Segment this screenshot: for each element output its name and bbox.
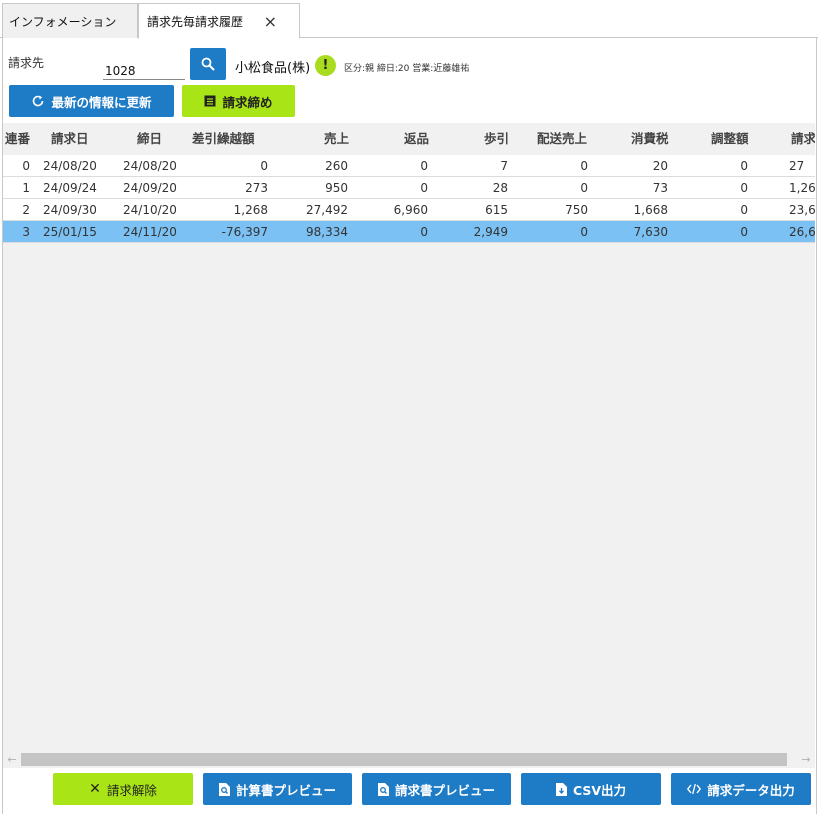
tab-information-label: インフォメーション (9, 14, 117, 29)
cell-serial: 2 (22, 203, 30, 217)
csv-export-label: CSV出力 (572, 782, 627, 798)
search-button[interactable] (190, 48, 226, 80)
col-header-returns[interactable]: 返品 (404, 123, 429, 155)
cancel-billing-button[interactable]: ✕ 請求解除 (53, 773, 193, 805)
table-row[interactable]: 1 24/09/24 24/09/20 273 950 0 28 0 73 0 … (3, 177, 815, 199)
code-icon (687, 783, 702, 795)
cell-adjust: 0 (740, 225, 748, 239)
cell-delivery-sales: 0 (580, 181, 588, 195)
preview-icon (377, 782, 389, 796)
table-row-selected[interactable]: 3 25/01/15 24/11/20 -76,397 98,334 0 2,9… (3, 221, 815, 243)
calc-preview-label: 計算書プレビュー (235, 782, 336, 798)
close-billing-label: 請求締め (222, 94, 273, 110)
tab-billing-history[interactable]: 請求先毎請求履歴 × (138, 3, 300, 39)
col-header-adjust[interactable]: 調整額 (711, 123, 749, 155)
company-name: 小松食品(株) (235, 61, 311, 76)
col-header-tax[interactable]: 消費税 (631, 123, 669, 155)
cell-discount: 7 (500, 159, 508, 173)
cell-sales: 260 (325, 159, 348, 173)
cell-returns: 0 (420, 225, 428, 239)
cell-carryover: 273 (245, 181, 268, 195)
cell-delivery-sales: 0 (580, 225, 588, 239)
bill-preview-label: 請求書プレビュー (394, 782, 495, 798)
col-header-serial[interactable]: 連番 (5, 123, 30, 155)
cell-returns: 6,960 (393, 203, 428, 217)
csv-export-button[interactable]: CSV出力 (521, 773, 661, 805)
refresh-icon (33, 95, 44, 107)
table-row[interactable]: 0 24/08/20 24/08/20 0 260 0 7 0 20 0 27 (3, 155, 815, 177)
cell-discount: 2,949 (473, 225, 508, 239)
cell-discount: 28 (492, 181, 508, 195)
col-header-bill-date[interactable]: 請求日 (51, 123, 89, 155)
cell-returns: 0 (420, 159, 428, 173)
cell-sales: 27,492 (306, 203, 348, 217)
cell-billed: 23,60 (789, 203, 815, 217)
cell-bill-date: 24/08/20 (43, 159, 97, 173)
cell-bill-date: 24/09/30 (43, 203, 97, 217)
col-header-discount[interactable]: 歩引 (484, 123, 509, 155)
billing-target-label: 請求先 (8, 56, 45, 70)
tab-bar: インフォメーション 請求先毎請求履歴 × (0, 0, 818, 39)
table-row[interactable]: 2 24/09/30 24/10/20 1,268 27,492 6,960 6… (3, 199, 815, 221)
billing-history-grid: 連番 請求日 締日 差引繰越額 売上 返品 歩引 配送売上 消費税 調整額 請求… (3, 123, 815, 751)
cell-sales: 98,334 (306, 225, 348, 239)
cell-serial: 0 (22, 159, 30, 173)
close-icon[interactable]: × (264, 12, 277, 31)
cell-tax: 7,630 (633, 225, 668, 239)
cell-close-date: 24/09/20 (123, 181, 177, 195)
cell-tax: 73 (652, 181, 668, 195)
cell-close-date: 24/10/20 (123, 203, 177, 217)
refresh-button[interactable]: 最新の情報に更新 (9, 85, 174, 117)
cell-serial: 3 (22, 225, 30, 239)
bill-preview-button[interactable]: 請求書プレビュー (362, 773, 511, 805)
cell-billed: 26,61 (789, 225, 815, 239)
cell-carryover: 0 (260, 159, 268, 173)
grid-header: 連番 請求日 締日 差引繰越額 売上 返品 歩引 配送売上 消費税 調整額 請求 (3, 123, 815, 155)
col-header-billed[interactable]: 請求 (791, 123, 815, 155)
col-header-sales[interactable]: 売上 (324, 123, 349, 155)
col-header-close-date[interactable]: 締日 (137, 123, 162, 155)
tab-information[interactable]: インフォメーション (2, 3, 138, 38)
cell-adjust: 0 (740, 181, 748, 195)
billing-code-input[interactable] (103, 56, 185, 80)
cell-sales: 950 (325, 181, 348, 195)
scrollbar-thumb[interactable] (21, 753, 787, 766)
billing-data-export-button[interactable]: 請求データ出力 (671, 773, 811, 805)
calc-preview-button[interactable]: 計算書プレビュー (203, 773, 352, 805)
cell-close-date: 24/08/20 (123, 159, 177, 173)
customer-meta: 区分:親 締日:20 営業:近藤雄祐 (344, 64, 470, 74)
cell-delivery-sales: 0 (580, 159, 588, 173)
cell-bill-date: 25/01/15 (43, 225, 97, 239)
warning-icon[interactable]: ! (315, 55, 336, 76)
cell-billed: 1,26 (789, 181, 815, 195)
close-icon: ✕ (89, 781, 101, 797)
cell-delivery-sales: 750 (565, 203, 588, 217)
cell-discount: 615 (485, 203, 508, 217)
cell-adjust: 0 (740, 159, 748, 173)
billing-data-export-label: 請求データ出力 (707, 782, 795, 798)
cell-carryover: -76,397 (221, 225, 268, 239)
cell-returns: 0 (420, 181, 428, 195)
cell-adjust: 0 (740, 203, 748, 217)
cell-serial: 1 (22, 181, 30, 195)
cell-tax: 1,668 (633, 203, 668, 217)
cell-carryover: 1,268 (233, 203, 268, 217)
tab-billing-history-label: 請求先毎請求履歴 (147, 14, 244, 29)
col-header-delivery-sales[interactable]: 配送売上 (537, 123, 587, 155)
cell-bill-date: 24/09/24 (43, 181, 97, 195)
search-icon (201, 57, 215, 71)
horizontal-scrollbar[interactable]: ← → (3, 751, 815, 768)
file-download-icon (555, 782, 567, 796)
scroll-left-icon[interactable]: ← (4, 751, 20, 768)
cell-billed: 27 (789, 159, 805, 173)
refresh-label: 最新の情報に更新 (51, 94, 152, 110)
col-header-carryover[interactable]: 差引繰越額 (192, 123, 255, 155)
cell-close-date: 24/11/20 (123, 225, 177, 239)
close-billing-button[interactable]: 請求締め (182, 85, 295, 117)
scroll-right-icon[interactable]: → (798, 751, 814, 768)
preview-icon (218, 782, 230, 796)
cell-tax: 20 (652, 159, 668, 173)
cancel-billing-label: 請求解除 (106, 782, 157, 798)
list-icon (204, 95, 216, 107)
